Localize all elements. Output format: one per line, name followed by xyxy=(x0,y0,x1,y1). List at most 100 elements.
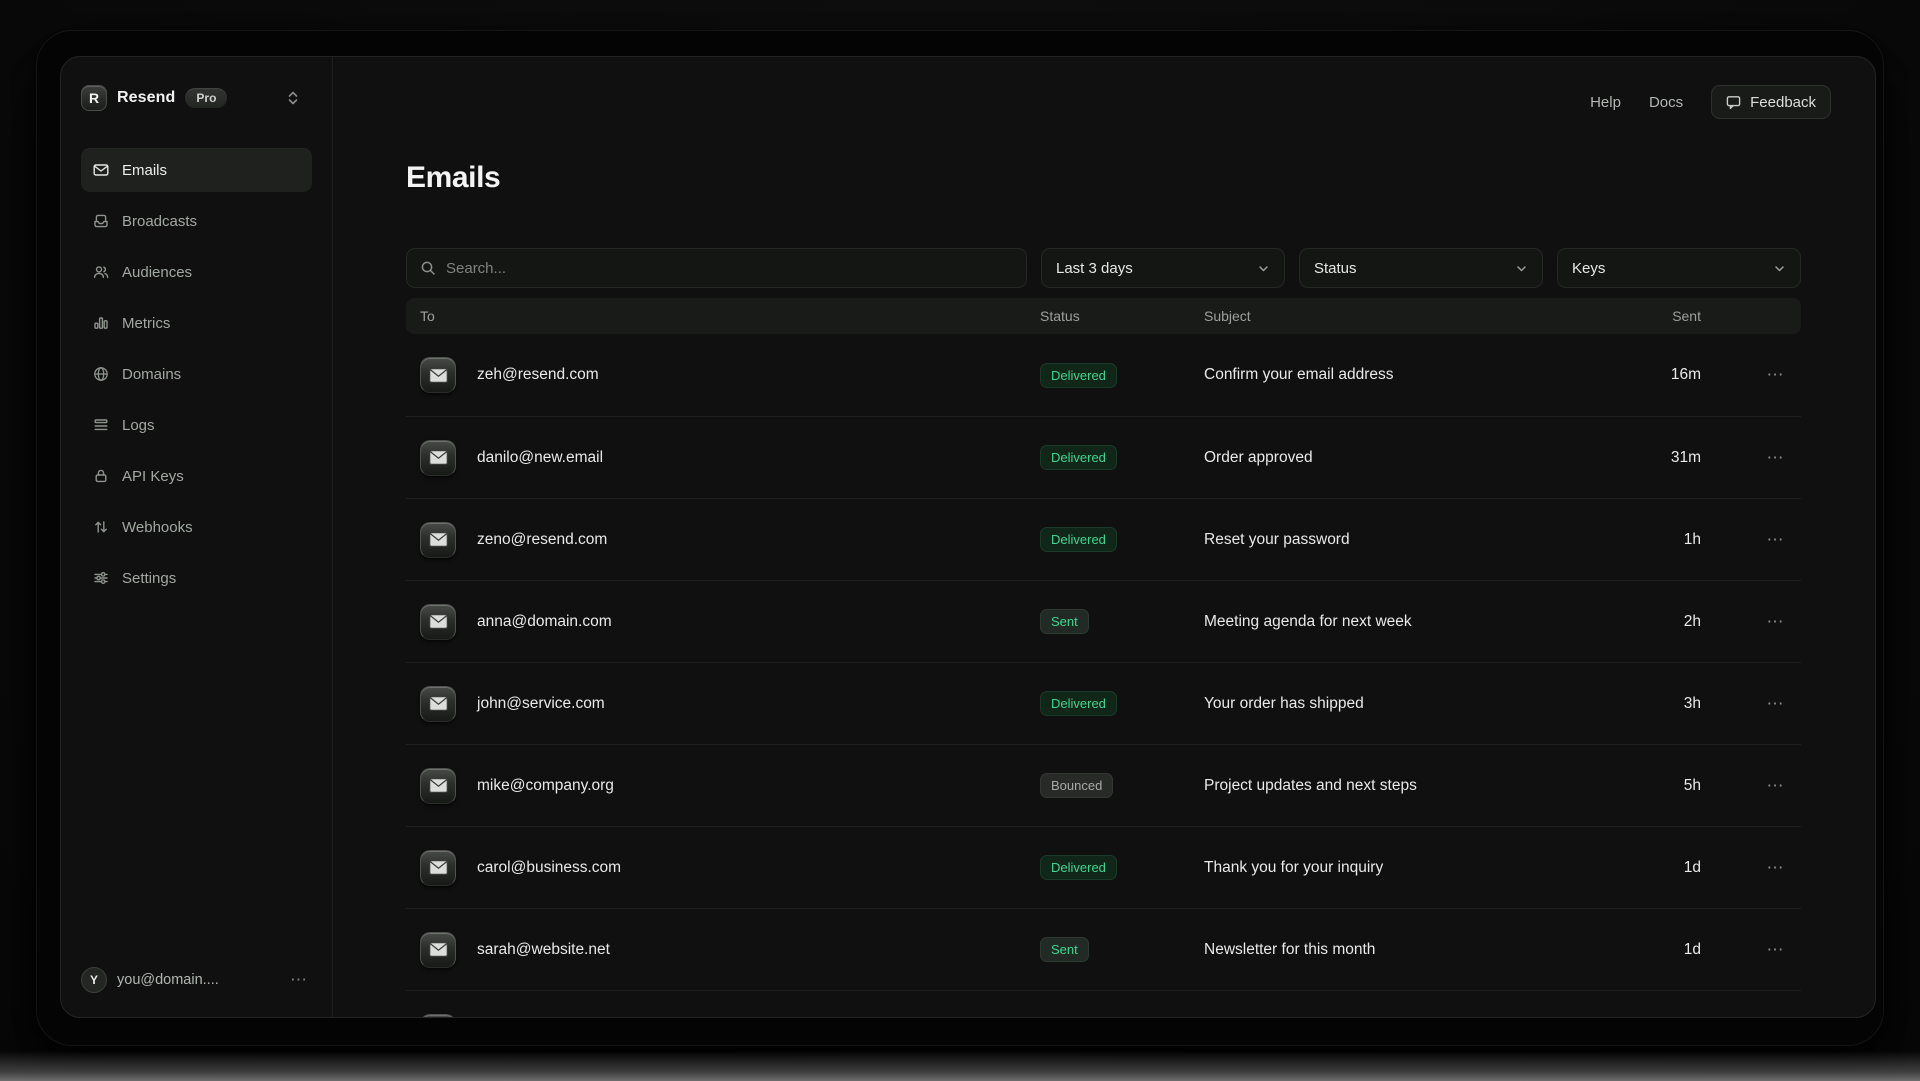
sidebar-item-logs[interactable]: Logs xyxy=(81,403,312,447)
sent-time: 5h xyxy=(1601,777,1701,795)
row-menu-button[interactable]: ⋯ xyxy=(1767,694,1786,713)
row-menu-button[interactable]: ⋯ xyxy=(1767,448,1786,467)
chevron-down-icon xyxy=(1257,262,1270,275)
docs-link[interactable]: Docs xyxy=(1649,94,1683,111)
column-header-sent: Sent xyxy=(1601,308,1701,324)
table-row[interactable]: carol@business.com Delivered Thank you f… xyxy=(406,826,1801,908)
row-menu-button[interactable]: ⋯ xyxy=(1767,612,1786,631)
status-badge: Delivered xyxy=(1040,445,1117,470)
sidebar-item-broadcasts[interactable]: Broadcasts xyxy=(81,199,312,243)
email-subject: Confirm your email address xyxy=(1204,366,1601,384)
sent-time: 2h xyxy=(1601,613,1701,631)
status-cell: Sent xyxy=(1040,937,1204,962)
sidebar-item-webhooks[interactable]: Webhooks xyxy=(81,505,312,549)
workspace-switcher[interactable]: R Resend Pro xyxy=(81,85,312,111)
sidebar-item-audiences[interactable]: Audiences xyxy=(81,250,312,294)
status-cell: Delivered xyxy=(1040,445,1204,470)
row-menu-button[interactable]: ⋯ xyxy=(1767,940,1786,959)
table-row[interactable]: sarah@website.net Sent Newsletter for th… xyxy=(406,908,1801,990)
chevron-down-icon xyxy=(1773,262,1786,275)
feedback-label: Feedback xyxy=(1750,94,1816,111)
recipient-email: mike@company.org xyxy=(477,777,614,795)
email-subject: Your order has shipped xyxy=(1204,695,1601,713)
email-thumbnail xyxy=(420,522,456,558)
status-badge: Bounced xyxy=(1040,773,1113,798)
menu-cell: ⋯ xyxy=(1701,694,1801,714)
table-row[interactable]: danilo@new.email Delivered Order approve… xyxy=(406,416,1801,498)
search-box[interactable] xyxy=(406,248,1027,288)
to-cell: sarah@website.net xyxy=(406,932,1040,968)
column-header-to: To xyxy=(406,308,1040,324)
table-row[interactable]: zeno@resend.com Delivered Reset your pas… xyxy=(406,498,1801,580)
table-row[interactable]: mike@company.org Bounced Project updates… xyxy=(406,744,1801,826)
sidebar-item-label: Audiences xyxy=(122,264,192,281)
to-cell: john@service.com xyxy=(406,686,1040,722)
sidebar-item-metrics[interactable]: Metrics xyxy=(81,301,312,345)
search-icon xyxy=(420,260,436,276)
chevron-up-down-icon[interactable] xyxy=(286,90,300,106)
feedback-button[interactable]: Feedback xyxy=(1711,85,1831,119)
row-menu-button[interactable]: ⋯ xyxy=(1767,858,1786,877)
sidebar-item-label: Webhooks xyxy=(122,519,193,536)
speech-bubble-icon xyxy=(1726,95,1741,110)
globe-icon xyxy=(93,366,109,382)
email-thumbnail xyxy=(420,440,456,476)
menu-cell: ⋯ xyxy=(1701,612,1801,632)
status-badge: Delivered xyxy=(1040,527,1117,552)
sent-time: 31m xyxy=(1601,449,1701,467)
sidebar-item-label: Broadcasts xyxy=(122,213,197,230)
email-table-body: zeh@resend.com Delivered Confirm your em… xyxy=(406,334,1801,1018)
table-row[interactable]: Delivered ⋯ xyxy=(406,990,1801,1018)
sidebar-item-label: Settings xyxy=(122,570,176,587)
menu-cell: ⋯ xyxy=(1701,776,1801,796)
sidebar-item-domains[interactable]: Domains xyxy=(81,352,312,396)
email-subject: Project updates and next steps xyxy=(1204,777,1601,795)
recipient-email: anna@domain.com xyxy=(477,613,612,631)
log-lines-icon xyxy=(93,417,109,433)
search-input[interactable] xyxy=(446,260,1013,277)
backdrop: R Resend Pro Emails xyxy=(0,0,1920,1081)
sidebar-item-api-keys[interactable]: API Keys xyxy=(81,454,312,498)
to-cell: zeh@resend.com xyxy=(406,357,1040,393)
user-menu-button[interactable]: ⋯ xyxy=(290,970,312,990)
page-title: Emails xyxy=(406,161,1801,201)
status-badge: Delivered xyxy=(1040,691,1117,716)
status-cell: Delivered xyxy=(1040,527,1204,552)
email-subject: Meeting agenda for next week xyxy=(1204,613,1601,631)
user-account-row[interactable]: Y you@domain.... ⋯ xyxy=(81,967,312,993)
sidebar-item-settings[interactable]: Settings xyxy=(81,556,312,600)
recipient-email: carol@business.com xyxy=(477,859,621,877)
date-range-value: Last 3 days xyxy=(1056,260,1133,277)
to-cell: zeno@resend.com xyxy=(406,522,1040,558)
filter-row: Last 3 days Status Keys xyxy=(406,248,1801,288)
status-badge: Delivered xyxy=(1040,855,1117,880)
table-row[interactable]: john@service.com Delivered Your order ha… xyxy=(406,662,1801,744)
row-menu-button[interactable]: ⋯ xyxy=(1767,365,1786,384)
help-link[interactable]: Help xyxy=(1590,94,1621,111)
to-cell: danilo@new.email xyxy=(406,440,1040,476)
sidebar-item-emails[interactable]: Emails xyxy=(81,148,312,192)
status-cell: Delivered xyxy=(1040,855,1204,880)
user-email: you@domain.... xyxy=(117,972,219,988)
email-thumbnail xyxy=(420,768,456,804)
sidebar-item-label: Logs xyxy=(122,417,155,434)
table-row[interactable]: zeh@resend.com Delivered Confirm your em… xyxy=(406,334,1801,416)
table-row[interactable]: anna@domain.com Sent Meeting agenda for … xyxy=(406,580,1801,662)
date-range-dropdown[interactable]: Last 3 days xyxy=(1041,248,1285,288)
sent-time: 1d xyxy=(1601,941,1701,959)
email-subject: Newsletter for this month xyxy=(1204,941,1601,959)
status-cell: Bounced xyxy=(1040,773,1204,798)
row-menu-button[interactable]: ⋯ xyxy=(1767,530,1786,549)
keys-dropdown[interactable]: Keys xyxy=(1557,248,1801,288)
to-cell: anna@domain.com xyxy=(406,604,1040,640)
status-dropdown[interactable]: Status xyxy=(1299,248,1543,288)
sidebar-item-label: Emails xyxy=(122,162,167,179)
email-subject: Thank you for your inquiry xyxy=(1204,859,1601,877)
sidebar-item-label: Domains xyxy=(122,366,181,383)
recipient-email: sarah@website.net xyxy=(477,941,610,959)
lock-icon xyxy=(93,468,109,484)
users-icon xyxy=(93,264,109,280)
row-menu-button[interactable]: ⋯ xyxy=(1767,776,1786,795)
menu-cell: ⋯ xyxy=(1701,530,1801,550)
email-thumbnail xyxy=(420,850,456,886)
